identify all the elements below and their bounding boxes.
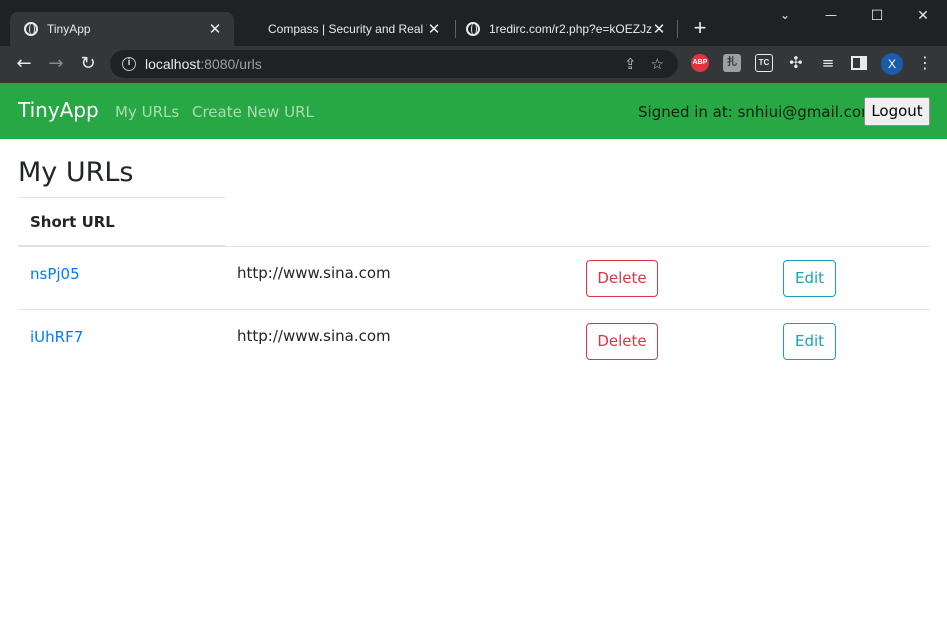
short-url-link[interactable]: iUhRF7: [30, 328, 83, 346]
tab-compass[interactable]: Compass | Security and Real W ✕: [240, 12, 453, 46]
address-url: localhost:8080/urls: [145, 56, 624, 72]
address-path: :8080/urls: [200, 56, 262, 72]
close-window-button[interactable]: ✕: [913, 8, 933, 24]
globe-icon: [24, 22, 38, 36]
browser-toolbar: ← → ↻ i localhost:8080/urls ⇪ ☆ ABP 扎 TC…: [0, 46, 947, 83]
page-title: My URLs: [18, 157, 134, 188]
address-host: localhost: [145, 56, 201, 72]
info-icon[interactable]: i: [122, 57, 136, 71]
column-header-short-url: Short URL: [30, 213, 115, 231]
share-icon[interactable]: ⇪: [624, 55, 637, 73]
globe-icon: [466, 22, 480, 36]
close-icon[interactable]: ✕: [208, 20, 222, 38]
brand-link[interactable]: TinyApp: [18, 98, 99, 122]
address-bar[interactable]: i localhost:8080/urls ⇪ ☆: [110, 50, 678, 78]
media-control-icon[interactable]: ≡: [819, 54, 837, 72]
maximize-button[interactable]: ☐: [867, 8, 887, 24]
app-navbar: TinyApp My URLs Create New URL Signed in…: [0, 83, 947, 139]
menu-dots-icon[interactable]: ⋮: [917, 54, 933, 72]
edit-button[interactable]: Edit: [783, 260, 836, 297]
new-tab-button[interactable]: +: [690, 16, 710, 40]
close-icon[interactable]: ✕: [427, 20, 441, 38]
tab-title: 1redirc.com/r2.php?e=kOEZJz: [489, 22, 652, 36]
edit-button[interactable]: Edit: [783, 323, 836, 360]
table-row: iUhRF7 http://www.sina.com Delete Edit: [18, 310, 930, 372]
tab-title: TinyApp: [47, 22, 91, 36]
table-row: nsPj05 http://www.sina.com Delete Edit: [18, 247, 930, 309]
web-page: TinyApp My URLs Create New URL Signed in…: [0, 83, 947, 635]
signed-in-text: Signed in at: snhiui@gmail.com: [638, 103, 876, 121]
minimize-button[interactable]: —: [821, 8, 841, 22]
profile-avatar[interactable]: X: [881, 53, 903, 75]
tab-title: Compass | Security and Real W: [268, 22, 427, 36]
tab-divider: [677, 20, 678, 38]
delete-button[interactable]: Delete: [586, 260, 658, 297]
adblock-extension-icon[interactable]: ABP: [691, 54, 709, 72]
delete-button[interactable]: Delete: [586, 323, 658, 360]
close-icon[interactable]: ✕: [652, 20, 666, 38]
reload-icon[interactable]: ↻: [77, 53, 99, 75]
nav-my-urls[interactable]: My URLs: [115, 103, 179, 121]
puzzle-icon[interactable]: ✣: [787, 54, 805, 72]
nav-create-url[interactable]: Create New URL: [192, 103, 314, 121]
side-panel-icon[interactable]: [851, 56, 867, 70]
chevron-down-icon[interactable]: ⌄: [775, 8, 795, 22]
long-url: http://www.sina.com: [237, 264, 391, 282]
extension-icon[interactable]: 扎: [723, 54, 741, 72]
short-url-link[interactable]: nsPj05: [30, 265, 80, 283]
forward-icon[interactable]: →: [45, 53, 67, 75]
long-url: http://www.sina.com: [237, 327, 391, 345]
tab-tinyapp[interactable]: TinyApp ✕: [10, 12, 234, 46]
tab-redirect[interactable]: 1redirc.com/r2.php?e=kOEZJz ✕: [452, 12, 678, 46]
logout-button[interactable]: Logout: [864, 97, 930, 126]
browser-window: TinyApp ✕ Compass | Security and Real W …: [0, 0, 947, 635]
tc-extension-icon[interactable]: TC: [755, 54, 773, 72]
star-icon[interactable]: ☆: [651, 55, 664, 73]
divider: [18, 197, 225, 198]
tab-strip: TinyApp ✕ Compass | Security and Real W …: [0, 0, 947, 46]
back-icon[interactable]: ←: [13, 53, 35, 75]
